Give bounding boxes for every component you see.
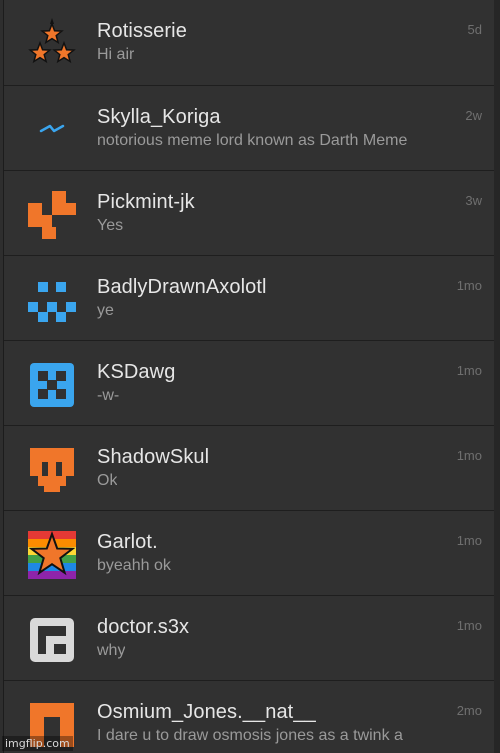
conversation-time: 2mo (456, 703, 482, 718)
rainbow-star-icon (26, 529, 78, 581)
conversation-name: Osmium_Jones.__nat__ (97, 701, 316, 723)
orange-identicon (26, 189, 78, 241)
conversation-preview: notorious meme lord known as Darth Meme (97, 132, 408, 149)
messages-window: Rotisserie Hi air 5d Skylla_Koriga notor… (0, 0, 500, 753)
blue-ring-identicon (26, 359, 78, 411)
conversation-preview: ye (97, 302, 114, 319)
conversation-preview: Ok (97, 472, 118, 489)
blue-face-identicon (26, 274, 78, 326)
conversation-row-badlydrawnaxolotl[interactable]: BadlyDrawnAxolotl ye 1mo (4, 255, 494, 340)
conversation-time: 1mo (456, 533, 482, 548)
conversation-list: Rotisserie Hi air 5d Skylla_Koriga notor… (3, 0, 495, 753)
conversation-time: 1mo (456, 448, 482, 463)
conversation-name: doctor.s3x (97, 616, 190, 638)
conversation-preview: -w- (97, 387, 120, 404)
conversation-time: 1mo (456, 363, 482, 378)
conversation-row-ksdawg[interactable]: KSDawg -w- 1mo (4, 340, 494, 425)
conversation-name: Rotisserie (97, 20, 187, 42)
conversation-preview: Hi air (97, 46, 135, 63)
conversation-preview: Yes (97, 217, 124, 234)
conversation-time: 1mo (456, 278, 482, 293)
conversation-name: ShadowSkul (97, 446, 210, 468)
conversation-row-garlot[interactable]: Garlot. byeahh ok 1mo (4, 510, 494, 595)
conversation-time: 3w (465, 193, 482, 208)
three-stars-icon (26, 18, 78, 70)
scrollbar[interactable] (494, 0, 500, 753)
conversation-time: 2w (465, 108, 482, 123)
conversation-row-shadowskul[interactable]: ShadowSkul Ok 1mo (4, 425, 494, 510)
conversation-name: Garlot. (97, 531, 158, 553)
conversation-name: Skylla_Koriga (97, 106, 221, 128)
gray-identicon (26, 614, 78, 666)
conversation-row-skylla-koriga[interactable]: Skylla_Koriga notorious meme lord known … (4, 85, 494, 170)
conversation-preview: I dare u to draw osmosis jones as a twin… (97, 727, 403, 744)
conversation-name: KSDawg (97, 361, 176, 383)
conversation-time: 1mo (456, 618, 482, 633)
conversation-preview: why (97, 642, 126, 659)
zigzag-icon (26, 104, 78, 156)
conversation-row-osmium-jones[interactable]: Osmium_Jones.__nat__ I dare u to draw os… (4, 680, 494, 753)
conversation-name: BadlyDrawnAxolotl (97, 276, 267, 298)
watermark: imgflip.com (2, 736, 73, 751)
conversation-time: 5d (467, 22, 482, 37)
conversation-preview: byeahh ok (97, 557, 171, 574)
conversation-row-doctor-s3x[interactable]: doctor.s3x why 1mo (4, 595, 494, 680)
conversation-name: Pickmint-jk (97, 191, 195, 213)
conversation-row-rotisserie[interactable]: Rotisserie Hi air 5d (4, 0, 494, 85)
conversation-row-pickmint-jk[interactable]: Pickmint-jk Yes 3w (4, 170, 494, 255)
orange-skull-identicon (26, 444, 78, 496)
